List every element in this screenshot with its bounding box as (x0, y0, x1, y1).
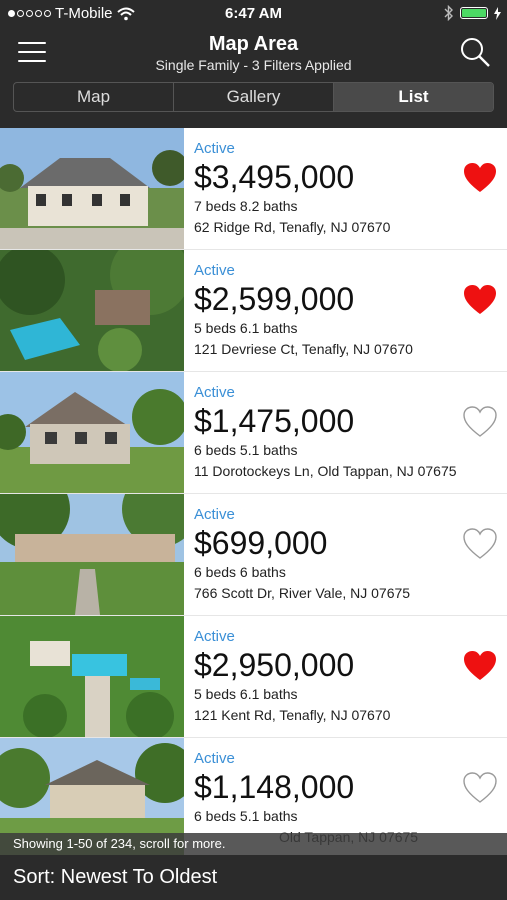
listing-address: 62 Ridge Rd, Tenafly, NJ 07670 (194, 219, 391, 235)
listing-status: Active (194, 262, 235, 279)
listing-row[interactable]: Active $1,475,000 6 beds 5.1 baths 11 Do… (0, 372, 507, 494)
listing-list: Active $3,495,000 7 beds 8.2 baths 62 Ri… (0, 128, 507, 860)
listing-address: 766 Scott Dr, River Vale, NJ 07675 (194, 585, 411, 601)
listing-status: Active (194, 750, 235, 767)
listing-info: Active $2,950,000 5 beds 6.1 baths 121 K… (194, 628, 390, 723)
search-icon[interactable] (459, 36, 491, 68)
sort-button[interactable]: Sort: Newest To Oldest (0, 855, 507, 900)
heart-outline-icon[interactable] (463, 406, 497, 438)
listing-status: Active (194, 506, 235, 523)
filter-summary: Single Family - 3 Filters Applied (155, 57, 352, 73)
heart-outline-icon[interactable] (463, 772, 497, 804)
listing-address: 11 Dorotockeys Ln, Old Tappan, NJ 07675 (194, 463, 457, 479)
listing-price: $1,475,000 (194, 403, 355, 439)
listing-beds-baths: 5 beds 6.1 baths (194, 320, 298, 336)
heart-filled-icon[interactable] (463, 650, 497, 682)
heart-outline-icon[interactable] (463, 528, 497, 560)
listing-photo[interactable] (0, 250, 184, 371)
listing-address: 121 Kent Rd, Tenafly, NJ 07670 (194, 707, 391, 723)
tab-map[interactable]: Map (14, 83, 174, 111)
heart-filled-icon[interactable] (463, 162, 497, 194)
listing-row[interactable]: Active $3,495,000 7 beds 8.2 baths 62 Ri… (0, 128, 507, 250)
listing-status: Active (194, 628, 235, 645)
listing-status: Active (194, 384, 235, 401)
listing-info: Active $1,475,000 6 beds 5.1 baths 11 Do… (194, 384, 457, 479)
tab-gallery[interactable]: Gallery (174, 83, 334, 111)
page-title: Map Area (208, 33, 299, 55)
charging-icon (494, 6, 501, 20)
tab-list[interactable]: List (334, 83, 493, 111)
listing-price: $2,950,000 (194, 647, 355, 683)
listing-info: Active $3,495,000 7 beds 8.2 baths 62 Ri… (194, 140, 390, 235)
listing-price: $1,148,000 (194, 769, 355, 805)
listing-price: $3,495,000 (194, 159, 355, 195)
bluetooth-icon (444, 5, 453, 21)
listing-status: Active (194, 140, 235, 157)
navigation-bar: Map Area Single Family - 3 Filters Appli… (0, 28, 507, 128)
listing-price: $699,000 (194, 525, 328, 561)
listing-photo[interactable] (0, 616, 184, 737)
listing-row[interactable]: Active $699,000 6 beds 6 baths 766 Scott… (0, 494, 507, 616)
listing-beds-baths: 6 beds 5.1 baths (194, 442, 298, 458)
listing-beds-baths: 6 beds 5.1 baths (194, 808, 298, 824)
listing-photo[interactable] (0, 128, 184, 249)
clock: 6:47 AM (225, 5, 282, 22)
heart-filled-icon[interactable] (463, 284, 497, 316)
view-mode-segmented-control: Map Gallery List (13, 82, 494, 112)
listing-photo[interactable] (0, 494, 184, 615)
listing-price: $2,599,000 (194, 281, 355, 317)
listing-photo[interactable] (0, 372, 184, 493)
listing-beds-baths: 7 beds 8.2 baths (194, 198, 298, 214)
listing-info: Active $2,599,000 5 beds 6.1 baths 121 D… (194, 262, 413, 357)
listing-info: Active $1,148,000 6 beds 5.1 baths Old T… (194, 750, 418, 845)
status-bar: T-Mobile 6:47 AM (0, 0, 507, 28)
listing-row[interactable]: Active $2,599,000 5 beds 6.1 baths 121 D… (0, 250, 507, 372)
listing-beds-baths: 6 beds 6 baths (194, 564, 286, 580)
listing-info: Active $699,000 6 beds 6 baths 766 Scott… (194, 506, 410, 601)
listing-row[interactable]: Active $2,950,000 5 beds 6.1 baths 121 K… (0, 616, 507, 738)
battery-icon (460, 7, 488, 19)
status-icons (444, 5, 501, 21)
listing-address: 121 Devriese Ct, Tenafly, NJ 07670 (194, 341, 413, 357)
listing-beds-baths: 5 beds 6.1 baths (194, 686, 298, 702)
results-count: Showing 1-50 of 234, scroll for more. (0, 833, 507, 855)
